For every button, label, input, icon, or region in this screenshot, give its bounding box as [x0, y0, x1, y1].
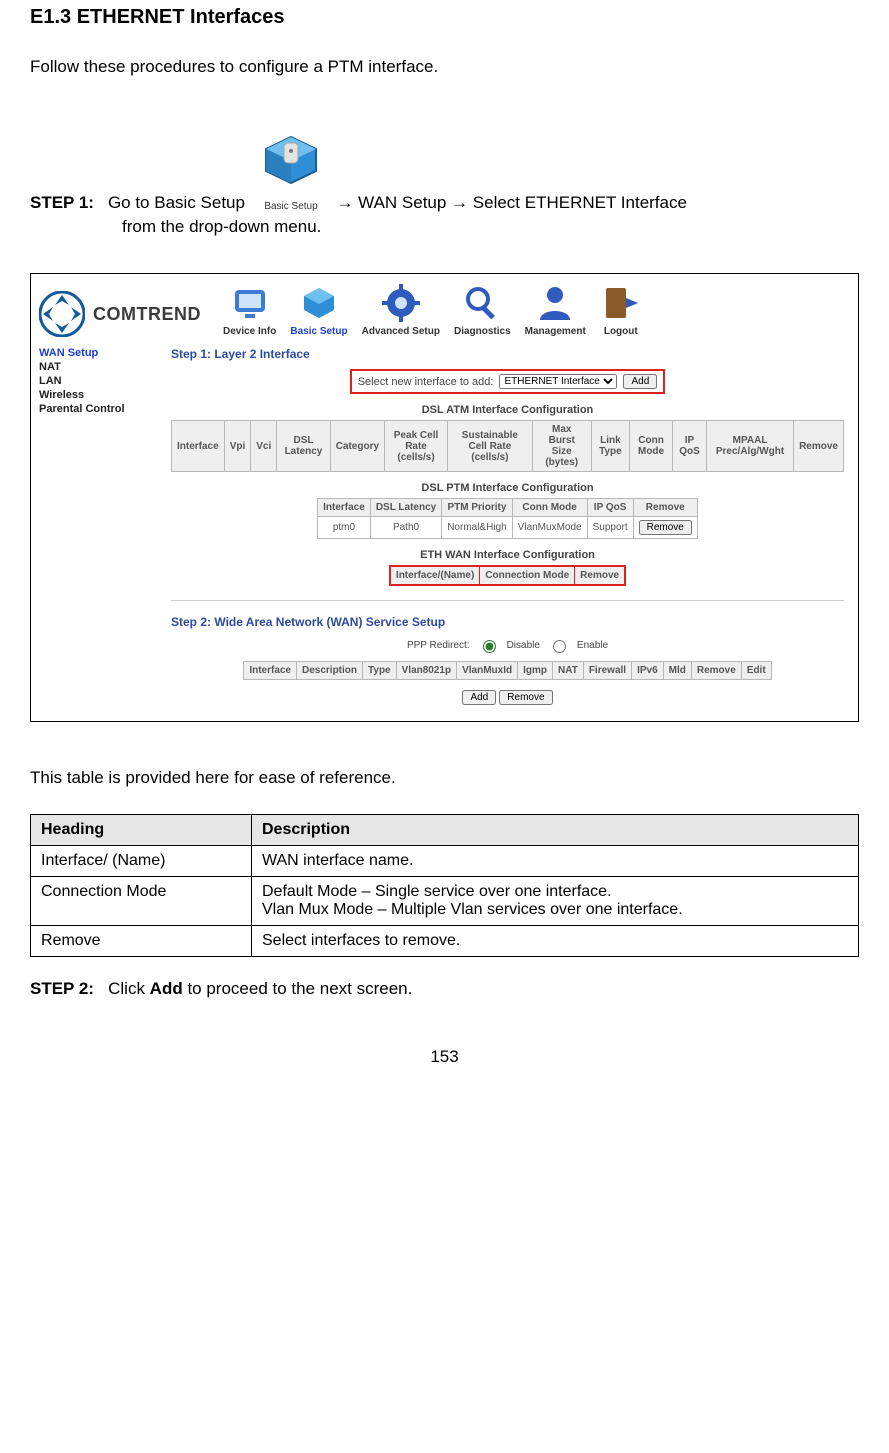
intro-text: Follow these procedures to configure a P…: [30, 57, 859, 77]
step-2-pre: Click: [108, 979, 150, 998]
interface-select-highlight: Select new interface to add: ETHERNET In…: [350, 369, 666, 394]
step-2-block: STEP 2: Click Add to proceed to the next…: [30, 979, 859, 999]
ref-head-description: Description: [252, 815, 859, 846]
ppp-enable-radio[interactable]: [553, 640, 566, 653]
basic-setup-icon: Basic Setup: [254, 129, 328, 213]
sidebar-item-parental[interactable]: Parental Control: [39, 403, 157, 415]
wan-add-button[interactable]: Add: [462, 690, 496, 705]
step-1-cont: from the drop-down menu.: [122, 217, 859, 237]
nav-advanced-setup[interactable]: Advanced Setup: [362, 282, 440, 337]
interface-select-label: Select new interface to add:: [358, 376, 494, 388]
sidebar-item-wan-setup[interactable]: WAN Setup: [39, 347, 157, 359]
step-1-pre: Go to Basic Setup: [108, 193, 245, 212]
interface-select[interactable]: ETHERNET Interface: [499, 374, 617, 389]
basic-setup-icon-caption: Basic Setup: [264, 201, 318, 212]
sidebar-item-nat[interactable]: NAT: [39, 361, 157, 373]
nav-diagnostics[interactable]: Diagnostics: [454, 282, 511, 337]
eth-config-title: ETH WAN Interface Configuration: [171, 549, 844, 561]
wan-service-table: Interface Description Type Vlan8021p Vla…: [243, 661, 771, 680]
table-row: ptm0 Path0 Normal&High VlanMuxMode Suppo…: [318, 517, 698, 539]
atm-config-title: DSL ATM Interface Configuration: [171, 404, 844, 416]
add-interface-button[interactable]: Add: [623, 374, 657, 389]
atm-table: Interface Vpi Vci DSL Latency Category P…: [171, 420, 844, 472]
reference-intro: This table is provided here for ease of …: [30, 768, 859, 788]
divider: [171, 600, 844, 601]
step-1-block: STEP 1: Go to Basic Setup Basic Setup → …: [30, 113, 859, 213]
ppp-enable-label: Enable: [577, 640, 608, 651]
reference-table: Heading Description Interface/ (Name) WA…: [30, 814, 859, 957]
nav-device-info[interactable]: Device Info: [223, 282, 276, 337]
sidebar: WAN Setup NAT LAN Wireless Parental Cont…: [39, 345, 157, 705]
table-row: Interface/ (Name) WAN interface name.: [31, 846, 859, 877]
step-2-label: STEP 2:: [30, 979, 94, 998]
page-title: E1.3 ETHERNET Interfaces: [30, 6, 859, 29]
ppp-disable-label: Disable: [507, 640, 540, 651]
ptm-table: Interface DSL Latency PTM Priority Conn …: [317, 498, 698, 539]
brand-logo: COMTREND: [39, 291, 201, 337]
wan-remove-button[interactable]: Remove: [499, 690, 552, 705]
router-ui-screenshot: COMTREND Device Info Basic Setup Advance…: [30, 273, 859, 722]
sidebar-item-lan[interactable]: LAN: [39, 375, 157, 387]
top-nav: Device Info Basic Setup Advanced Setup D…: [223, 282, 642, 337]
nav-basic-setup[interactable]: Basic Setup: [290, 282, 347, 337]
nav-management[interactable]: Management: [525, 282, 586, 337]
eth-table: Interface/(Name) Connection Mode Remove: [389, 565, 626, 586]
ptm-config-title: DSL PTM Interface Configuration: [171, 482, 844, 494]
step-2-post: to proceed to the next screen.: [183, 979, 413, 998]
sidebar-item-wireless[interactable]: Wireless: [39, 389, 157, 401]
step-2-bold: Add: [150, 979, 183, 998]
comtrend-mark-icon: [39, 291, 85, 337]
ptm-remove-button[interactable]: Remove: [639, 520, 692, 535]
step-1-label: STEP 1:: [30, 193, 94, 213]
step-1-post: → WAN Setup → Select ETHERNET Interface: [336, 193, 687, 212]
ppp-disable-radio[interactable]: [483, 640, 496, 653]
ref-head-heading: Heading: [31, 815, 252, 846]
brand-name: COMTREND: [93, 304, 201, 325]
table-row: Connection Mode Default Mode – Single se…: [31, 877, 859, 926]
table-row: Remove Select interfaces to remove.: [31, 926, 859, 957]
nav-logout[interactable]: Logout: [600, 282, 642, 337]
ppp-redirect-label: PPP Redirect:: [407, 640, 470, 651]
wan-service-title: Step 2: Wide Area Network (WAN) Service …: [171, 615, 844, 629]
page-number: 153: [30, 1047, 859, 1067]
layer2-title: Step 1: Layer 2 Interface: [171, 347, 844, 361]
